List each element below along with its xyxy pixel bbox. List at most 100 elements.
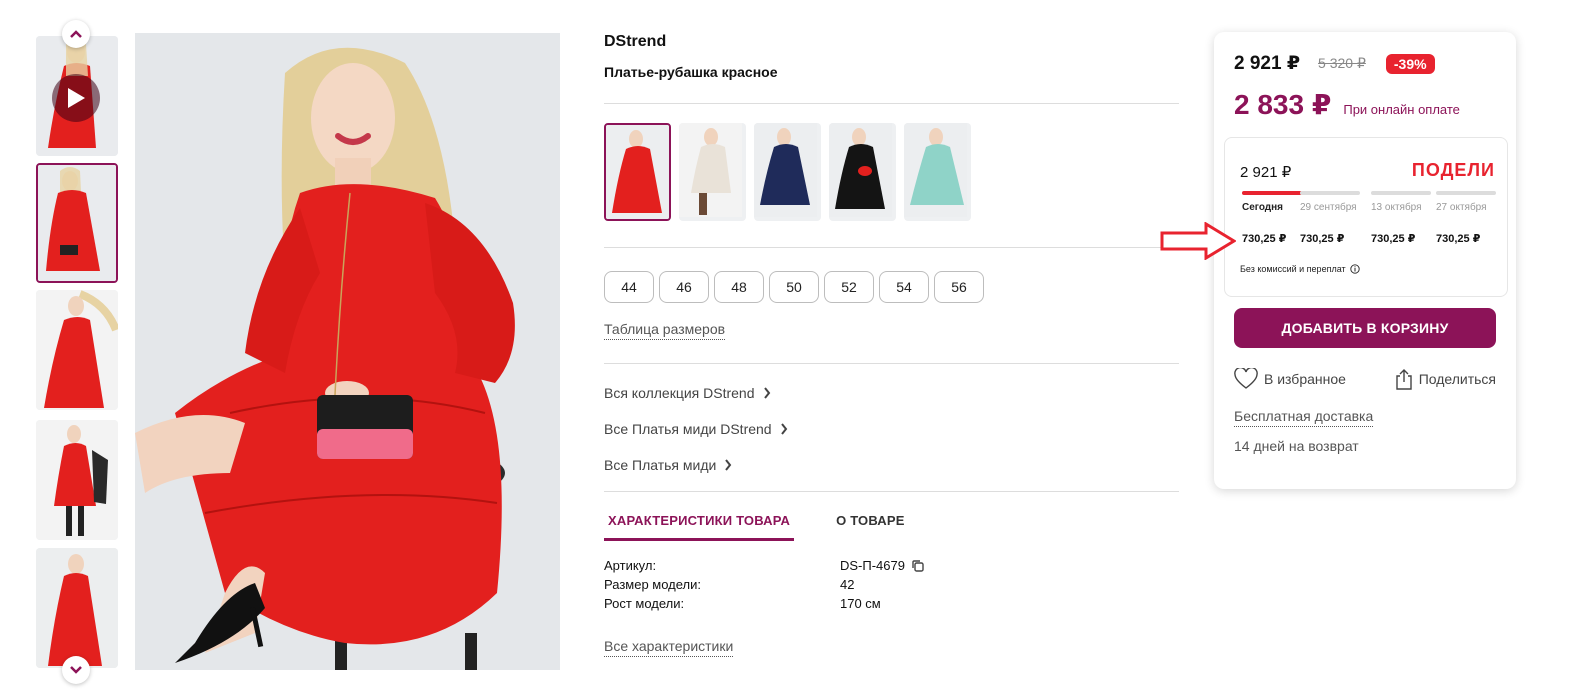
thumbnail-image: [36, 548, 118, 668]
annotation-arrow-icon: [1160, 222, 1236, 260]
scroll-up-button[interactable]: [62, 20, 90, 48]
info-icon[interactable]: [1349, 264, 1360, 274]
add-to-cart-button[interactable]: ДОБАВИТЬ В КОРЗИНУ: [1234, 308, 1496, 348]
installment-amount: 730,25 ₽: [1371, 233, 1416, 245]
collection-link[interactable]: Вся коллекция DStrend: [604, 385, 771, 401]
returns-info: 14 дней на возврат: [1234, 438, 1359, 454]
installment-bar: [1436, 191, 1496, 195]
favorite-label: В избранное: [1264, 371, 1346, 387]
variant-image: [754, 123, 817, 217]
collection-link[interactable]: Все Платья миди: [604, 457, 732, 473]
collection-link[interactable]: Все Платья миди DStrend: [604, 421, 788, 437]
color-variant-navy[interactable]: [754, 123, 821, 221]
variant-image: [606, 125, 669, 219]
card-actions: В избранное Поделиться: [1234, 368, 1496, 390]
size-option[interactable]: 52: [824, 271, 874, 303]
tab-about[interactable]: О ТОВАРЕ: [832, 513, 909, 541]
divider: [604, 363, 1179, 364]
installment-date: 29 сентября: [1300, 202, 1357, 213]
installment-amount: 730,25 ₽: [1300, 233, 1345, 245]
color-variant-black[interactable]: [829, 123, 896, 221]
product-title: Платье-рубашка красное: [604, 64, 778, 80]
podeli-total: 2 921 ₽: [1240, 164, 1292, 181]
product-image: [135, 33, 560, 670]
price-card: 2 921 ₽ 5 320 ₽ -39% 2 833 ₽ При онлайн …: [1214, 32, 1516, 489]
share-label: Поделиться: [1418, 371, 1496, 387]
play-video-button[interactable]: [52, 74, 100, 122]
spec-row: Размер модели: 42: [604, 577, 854, 592]
installment-amount: 730,25 ₽: [1242, 233, 1287, 245]
thumbnail-image: [36, 290, 118, 410]
free-delivery-link[interactable]: Бесплатная доставка: [1234, 408, 1374, 427]
spec-value: DS-П-4679: [840, 558, 905, 573]
current-price: 2 921 ₽: [1234, 53, 1301, 74]
spec-label: Артикул:: [604, 558, 657, 573]
size-option[interactable]: 50: [769, 271, 819, 303]
divider: [604, 491, 1179, 492]
spec-value: 42: [840, 577, 855, 592]
size-option[interactable]: 56: [934, 271, 984, 303]
color-variant-beige[interactable]: [679, 123, 746, 221]
spec-label: Размер модели:: [604, 577, 702, 592]
spec-label: Рост модели:: [604, 596, 685, 611]
installment-bar: [1371, 191, 1431, 195]
share-button[interactable]: Поделиться: [1395, 368, 1496, 390]
installment-date: 13 октября: [1371, 202, 1422, 213]
favorite-button[interactable]: В избранное: [1234, 368, 1346, 390]
divider: [604, 103, 1179, 104]
collection-link-label: Вся коллекция DStrend: [604, 385, 755, 401]
product-info: DStrend Платье-рубашка красное 44 46 48 …: [604, 33, 1179, 657]
podeli-installments[interactable]: 2 921 ₽ ПОДЕЛИ Сегодня 29 сентября 13 ок…: [1224, 137, 1508, 297]
thumbnail-image: [38, 165, 116, 281]
size-option[interactable]: 44: [604, 271, 654, 303]
online-price: 2 833 ₽: [1234, 89, 1332, 120]
color-variant-mint[interactable]: [904, 123, 971, 221]
thumbnail-4[interactable]: [36, 420, 118, 540]
online-price-label: При онлайн оплате: [1343, 102, 1460, 117]
chevron-right-icon: [763, 387, 770, 399]
chevron-down-icon: [70, 666, 82, 674]
chevron-right-icon: [780, 423, 787, 435]
installment-amount: 730,25 ₽: [1436, 233, 1481, 245]
thumbnail-3[interactable]: [36, 290, 118, 410]
main-product-photo[interactable]: [135, 33, 560, 670]
thumbnail-gallery: [36, 18, 118, 686]
color-variant-red[interactable]: [604, 123, 671, 221]
size-chart-link[interactable]: Таблица размеров: [604, 321, 726, 340]
share-icon: [1395, 369, 1412, 390]
collection-link-label: Все Платья миди: [604, 457, 717, 473]
color-variants: [604, 123, 971, 221]
installment-bar: [1300, 191, 1360, 195]
chevron-up-icon: [70, 30, 82, 38]
price-line: 2 921 ₽ 5 320 ₽ -39%: [1234, 52, 1435, 75]
tab-characteristics[interactable]: ХАРАКТЕРИСТИКИ ТОВАРА: [604, 513, 795, 541]
brand-name[interactable]: DStrend: [604, 33, 1179, 51]
thumbnail-2[interactable]: [36, 163, 118, 283]
divider: [604, 247, 1179, 248]
installment-bar: [1242, 191, 1302, 195]
spec-row: Артикул: DS-П-4679: [604, 558, 925, 573]
thumbnail-video[interactable]: [36, 36, 118, 156]
thumbnail-5[interactable]: [36, 548, 118, 668]
spec-value: 170 см: [840, 596, 881, 611]
thumbnail-image: [36, 420, 118, 540]
old-price: 5 320 ₽: [1318, 55, 1366, 71]
copy-icon[interactable]: [911, 559, 925, 573]
scroll-down-button[interactable]: [62, 656, 90, 684]
chevron-right-icon: [725, 459, 732, 471]
installment-date: 27 октября: [1436, 202, 1487, 213]
size-option[interactable]: 48: [714, 271, 764, 303]
size-option[interactable]: 46: [659, 271, 709, 303]
variant-image: [679, 123, 742, 217]
size-selector: 44 46 48 50 52 54 56: [604, 271, 984, 303]
variant-image: [904, 123, 967, 217]
all-specs-link[interactable]: Все характеристики: [604, 638, 734, 657]
size-option[interactable]: 54: [879, 271, 929, 303]
podeli-note-text: Без комиссий и переплат: [1240, 264, 1346, 274]
online-price-line: 2 833 ₽ При онлайн оплате: [1234, 88, 1460, 121]
heart-icon: [1234, 368, 1258, 389]
play-icon: [68, 88, 85, 108]
podeli-logo: ПОДЕЛИ: [1411, 160, 1495, 180]
variant-image: [829, 123, 892, 217]
podeli-note: Без комиссий и переплат: [1240, 264, 1360, 274]
